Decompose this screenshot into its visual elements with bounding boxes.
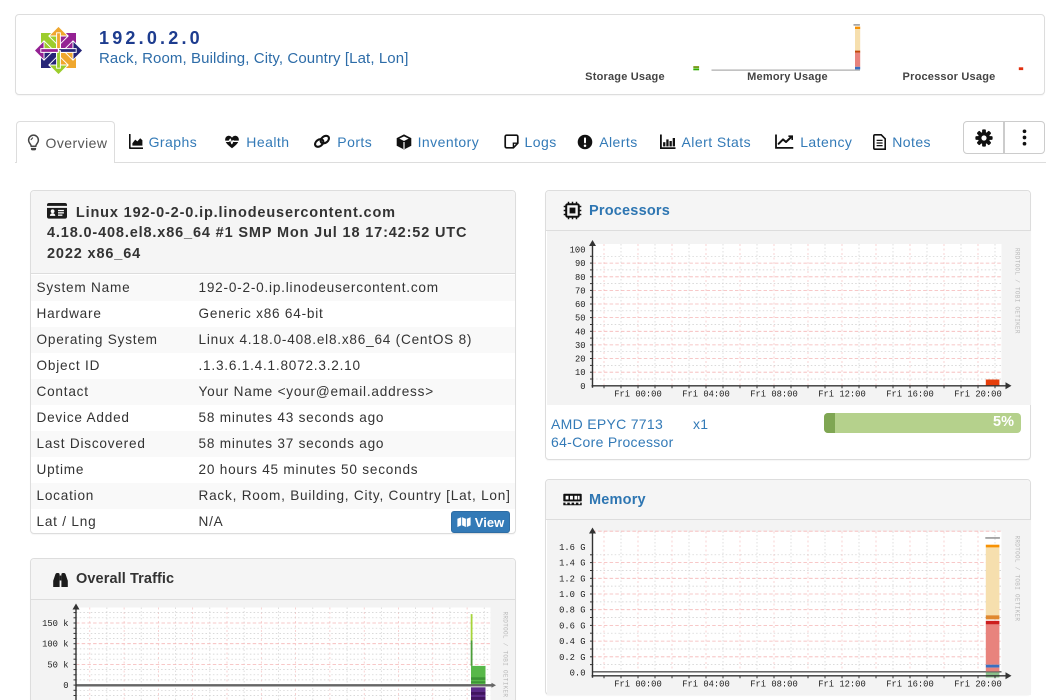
svg-text:50 k: 50 k xyxy=(47,660,68,670)
svg-text:Fri 16:00: Fri 16:00 xyxy=(886,679,934,689)
svg-text:150 k: 150 k xyxy=(42,619,68,629)
svg-text:RRDTOOL / TOBI OETIKER: RRDTOOL / TOBI OETIKER xyxy=(1013,535,1020,621)
svg-text:10: 10 xyxy=(574,368,585,378)
svg-text:0.4 G: 0.4 G xyxy=(559,637,585,647)
svg-text:RRDTOOL / TOBI OETIKER: RRDTOOL / TOBI OETIKER xyxy=(1013,248,1020,334)
svg-text:Fri 20:00: Fri 20:00 xyxy=(954,389,1002,399)
svg-text:Fri 12:00: Fri 12:00 xyxy=(818,679,866,689)
svg-text:0.0: 0.0 xyxy=(569,668,585,678)
svg-text:0: 0 xyxy=(580,381,585,391)
svg-text:0: 0 xyxy=(63,681,68,691)
svg-text:0.2 G: 0.2 G xyxy=(559,652,585,662)
svg-text:0.8 G: 0.8 G xyxy=(559,605,585,615)
svg-text:100 k: 100 k xyxy=(42,639,68,649)
svg-text:Fri 04:00: Fri 04:00 xyxy=(682,679,730,689)
svg-text:100: 100 xyxy=(569,245,585,255)
svg-text:Fri 12:00: Fri 12:00 xyxy=(818,389,866,399)
svg-text:RRDTOOL / TOBI OETIKER: RRDTOOL / TOBI OETIKER xyxy=(501,611,508,697)
svg-text:20: 20 xyxy=(574,354,585,364)
svg-text:Fri 00:00: Fri 00:00 xyxy=(614,679,662,689)
svg-text:Fri 16:00: Fri 16:00 xyxy=(886,389,934,399)
svg-text:0.6 G: 0.6 G xyxy=(559,621,585,631)
svg-text:1.4 G: 1.4 G xyxy=(559,558,585,568)
svg-text:Fri 04:00: Fri 04:00 xyxy=(682,389,730,399)
svg-text:90: 90 xyxy=(574,259,585,269)
svg-text:Fri 20:00: Fri 20:00 xyxy=(954,679,1002,689)
svg-text:70: 70 xyxy=(574,286,585,296)
svg-text:Fri 08:00: Fri 08:00 xyxy=(750,389,798,399)
svg-text:80: 80 xyxy=(574,272,585,282)
svg-text:Fri 08:00: Fri 08:00 xyxy=(750,679,798,689)
svg-text:Fri 00:00: Fri 00:00 xyxy=(614,389,662,399)
svg-text:50: 50 xyxy=(574,313,585,323)
svg-text:40: 40 xyxy=(574,327,585,337)
svg-text:30: 30 xyxy=(574,340,585,350)
svg-text:60: 60 xyxy=(574,300,585,310)
svg-text:1.0 G: 1.0 G xyxy=(559,590,585,600)
svg-text:1.2 G: 1.2 G xyxy=(559,574,585,584)
svg-text:1.6 G: 1.6 G xyxy=(559,542,585,552)
